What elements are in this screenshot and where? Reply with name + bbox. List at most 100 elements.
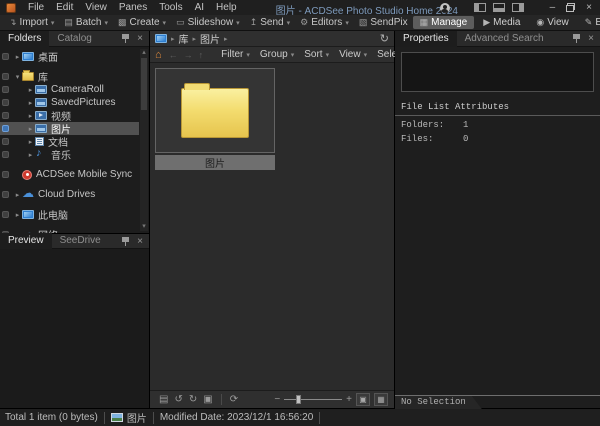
easy-select-marker[interactable] [2, 86, 9, 93]
up-icon[interactable]: ↑ [196, 50, 207, 60]
chevron-right-icon[interactable]: ▸ [26, 99, 35, 107]
chevron-down-icon[interactable]: ▾ [13, 73, 22, 81]
layout-right-panel-icon[interactable] [512, 3, 524, 12]
easy-select-marker[interactable] [2, 138, 9, 145]
pin-icon[interactable] [573, 34, 580, 43]
import-button[interactable]: ↴ Import ▾ [4, 16, 59, 29]
easy-select-marker[interactable] [2, 211, 9, 218]
view-menu[interactable]: View ▾ [334, 48, 372, 61]
thumbnails-view-button[interactable]: ▣ [356, 393, 370, 406]
menu-tools[interactable]: Tools [153, 1, 188, 14]
details-view-button[interactable]: ▦ [374, 393, 388, 406]
mode-edit-button[interactable]: ✎ Edit [578, 16, 600, 29]
easy-select-marker[interactable] [2, 73, 9, 80]
home-icon[interactable]: ⌂ [155, 49, 162, 61]
tree-item-library[interactable]: ▾ 库 [0, 70, 139, 83]
preview-pane [0, 249, 149, 408]
pin-icon[interactable] [122, 34, 129, 43]
zoom-out-icon[interactable]: − [274, 394, 280, 405]
rotate-right-icon[interactable]: ↻ [186, 394, 200, 405]
edit-image-icon[interactable]: ▤ [156, 394, 171, 405]
easy-select-marker[interactable] [2, 231, 9, 233]
menu-file[interactable]: File [22, 1, 50, 14]
scroll-down-icon[interactable]: ▾ [140, 223, 148, 231]
menu-panes[interactable]: Panes [113, 1, 153, 14]
computer-icon[interactable] [155, 34, 167, 43]
menu-ai[interactable]: AI [189, 1, 210, 14]
tab-folders[interactable]: Folders [0, 31, 49, 47]
close-panel-icon[interactable]: × [137, 33, 143, 44]
tab-seedrive[interactable]: SeeDrive [52, 233, 109, 249]
tab-preview[interactable]: Preview [0, 233, 52, 249]
account-icon[interactable] [440, 3, 450, 13]
chevron-right-icon[interactable]: ▸ [26, 86, 35, 94]
breadcrumb-library[interactable]: 库 [179, 31, 189, 46]
refresh-icon[interactable]: ↻ [380, 32, 389, 45]
easy-select-marker[interactable] [2, 112, 9, 119]
pin-icon[interactable] [122, 237, 129, 246]
chevron-right-icon[interactable]: ▸ [13, 53, 22, 61]
sendpix-button[interactable]: ▧ SendPix [354, 16, 413, 29]
sort-menu[interactable]: Sort ▾ [299, 48, 334, 61]
close-panel-icon[interactable]: × [588, 33, 594, 44]
menu-view[interactable]: View [79, 1, 113, 14]
chevron-right-icon[interactable]: ▸ [26, 112, 35, 120]
tab-properties[interactable]: Properties [395, 31, 457, 47]
create-button[interactable]: ▩ Create ▾ [113, 16, 171, 29]
chevron-right-icon[interactable]: ▸ [26, 138, 35, 146]
chevron-right-icon[interactable]: ▸ [26, 151, 35, 159]
back-icon[interactable]: ← [166, 50, 181, 60]
tab-catalog[interactable]: Catalog [49, 31, 99, 47]
tab-advanced-search[interactable]: Advanced Search [457, 31, 552, 47]
close-panel-icon[interactable]: × [137, 236, 143, 247]
easy-select-marker[interactable] [2, 151, 9, 158]
editors-button[interactable]: ⚙ Editors ▾ [295, 16, 354, 29]
auto-advance-icon[interactable]: ⟳ [227, 394, 241, 405]
tree-item-cameraroll[interactable]: ▸ CameraRoll [0, 83, 139, 96]
easy-select-marker[interactable] [2, 53, 9, 60]
breadcrumb-pictures[interactable]: 图片 [200, 31, 220, 46]
tree-item-network[interactable]: ▸ 网络 [0, 228, 139, 233]
slideshow-button[interactable]: ▭ Slideshow ▾ [171, 16, 245, 29]
folder-item-label: 图片 [155, 155, 275, 170]
folder-item-pictures[interactable]: 图片 [155, 68, 275, 170]
tree-item-this-pc[interactable]: ▸ 此电脑 [0, 208, 139, 221]
scrollbar-thumb[interactable] [141, 58, 147, 110]
compare-icon[interactable]: ▣ [200, 394, 215, 405]
batch-button[interactable]: ▤ Batch ▾ [59, 16, 113, 29]
group-menu[interactable]: Group ▾ [255, 48, 299, 61]
easy-select-marker[interactable] [2, 99, 9, 106]
rotate-left-icon[interactable]: ↺ [171, 394, 185, 405]
minimize-button[interactable]: – [546, 1, 560, 14]
chevron-right-icon[interactable]: ▸ [13, 231, 22, 234]
send-button[interactable]: ↥ Send ▾ [245, 16, 295, 29]
tree-item-cloud-drives[interactable]: ▸ Cloud Drives [0, 188, 139, 201]
filter-menu[interactable]: Filter ▾ [216, 48, 255, 61]
close-button[interactable]: × [582, 1, 596, 14]
tree-item-desktop[interactable]: ▸ 桌面 [0, 50, 139, 63]
layout-bottom-panel-icon[interactable] [493, 3, 505, 12]
tree-item-music[interactable]: ▸ 音乐 [0, 148, 139, 161]
mode-media-button[interactable]: ▶ Media [476, 16, 527, 29]
scroll-up-icon[interactable]: ▴ [140, 49, 148, 57]
easy-select-marker[interactable] [2, 125, 9, 132]
mode-view-button[interactable]: ◉ View [529, 16, 575, 29]
tree-item-mobile-sync[interactable]: ACDSee Mobile Sync [0, 168, 139, 181]
chevron-right-icon[interactable]: ▸ [26, 125, 35, 133]
zoom-in-icon[interactable]: + [346, 394, 352, 405]
easy-select-marker[interactable] [2, 171, 9, 178]
layout-left-panel-icon[interactable] [474, 3, 486, 12]
menu-help[interactable]: Help [210, 1, 243, 14]
zoom-slider[interactable] [284, 399, 342, 400]
forward-icon[interactable]: → [181, 50, 196, 60]
zoom-slider-knob[interactable] [296, 395, 301, 404]
folder-thumbnail[interactable] [155, 68, 275, 153]
chevron-right-icon[interactable]: ▸ [13, 211, 22, 219]
easy-select-marker[interactable] [2, 191, 9, 198]
tree-item-pictures[interactable]: ▸ 图片 [0, 122, 139, 135]
menu-edit[interactable]: Edit [50, 1, 79, 14]
chevron-right-icon[interactable]: ▸ [13, 191, 22, 199]
tree-scrollbar[interactable]: ▴ ▾ [140, 49, 148, 231]
restore-button[interactable] [566, 3, 575, 12]
mode-manage-button[interactable]: ▦ Manage [413, 16, 475, 29]
